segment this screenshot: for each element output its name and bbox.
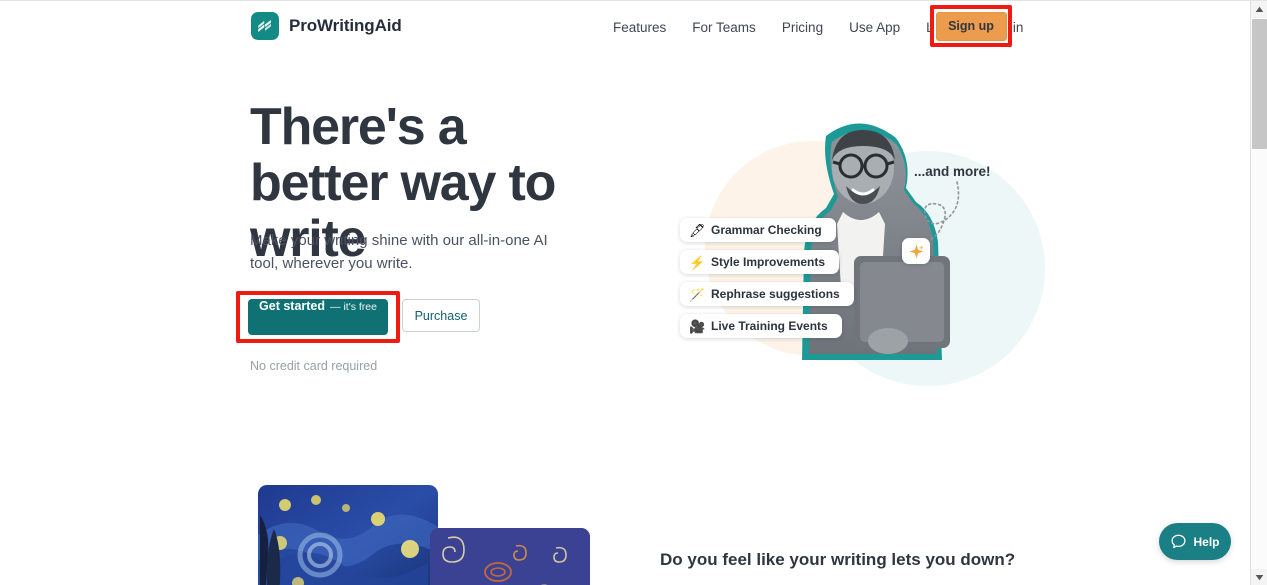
starry-night-thumbnail [258, 485, 438, 585]
get-started-label: Get started [259, 299, 326, 313]
chat-bubble-icon [1171, 534, 1186, 549]
magic-wand-icon: 🪄 [689, 286, 706, 302]
get-started-button[interactable]: Get started — it's free [248, 299, 388, 335]
hero-illustration: 🖋 Grammar Checking ⚡ Style Improvements … [650, 96, 1050, 386]
sparkle-badge [902, 238, 930, 264]
help-widget-button[interactable]: Help [1159, 523, 1231, 560]
book-logo-icon [251, 12, 279, 40]
scrollbar-thumb[interactable] [1252, 19, 1267, 149]
get-started-highlight-box: Get started — it's free [236, 291, 400, 343]
no-credit-card-note: No credit card required [250, 359, 378, 373]
section-question-heading: Do you feel like your writing lets you d… [660, 550, 1016, 569]
brand-logo-link[interactable]: ProWritingAid [251, 12, 402, 40]
feature-pill-list: 🖋 Grammar Checking ⚡ Style Improvements … [680, 218, 854, 338]
scroll-down-arrow-icon[interactable] [1251, 569, 1267, 585]
sign-up-highlight-box: Sign up [930, 5, 1012, 47]
nav-item-pricing[interactable]: Pricing [769, 16, 836, 39]
feature-pill-label: Grammar Checking [711, 223, 822, 237]
blue-doodle-card [430, 528, 590, 585]
feature-pill-grammar-checking[interactable]: 🖋 Grammar Checking [680, 218, 836, 242]
hero-subheadline: Make your writing shine with our all-in-… [250, 232, 548, 272]
sparkle-icon [908, 243, 924, 259]
purchase-button[interactable]: Purchase [402, 299, 480, 332]
feature-pill-label: Live Training Events [711, 319, 828, 333]
feature-pill-style-improvements[interactable]: ⚡ Style Improvements [680, 250, 840, 274]
scroll-up-arrow-icon[interactable] [1251, 1, 1267, 18]
vertical-scrollbar[interactable] [1250, 1, 1267, 585]
and-more-annotation: ...and more! [914, 164, 991, 179]
lightning-icon: ⚡ [689, 254, 706, 270]
sign-up-button[interactable]: Sign up [935, 11, 1007, 41]
get-started-suffix: — it's free [330, 301, 377, 313]
video-camera-icon: 🎥 [689, 318, 706, 334]
feature-pill-label: Style Improvements [711, 255, 826, 269]
feature-pill-rephrase-suggestions[interactable]: 🪄 Rephrase suggestions [680, 282, 854, 306]
pen-icon: 🖋 [689, 222, 706, 238]
nav-item-features[interactable]: Features [600, 16, 679, 39]
brand-name: ProWritingAid [289, 16, 402, 35]
site-header: ProWritingAid Features For Teams Pricing… [0, 1, 1250, 51]
page-viewport: ProWritingAid Features For Teams Pricing… [0, 1, 1250, 585]
feature-pill-live-training-events[interactable]: 🎥 Live Training Events [680, 314, 842, 338]
nav-item-use-app[interactable]: Use App [836, 16, 913, 39]
nav-item-for-teams[interactable]: For Teams [679, 16, 769, 39]
browser-page: ProWritingAid Features For Teams Pricing… [0, 0, 1267, 585]
help-widget-label: Help [1193, 534, 1220, 549]
feature-pill-label: Rephrase suggestions [711, 287, 840, 301]
